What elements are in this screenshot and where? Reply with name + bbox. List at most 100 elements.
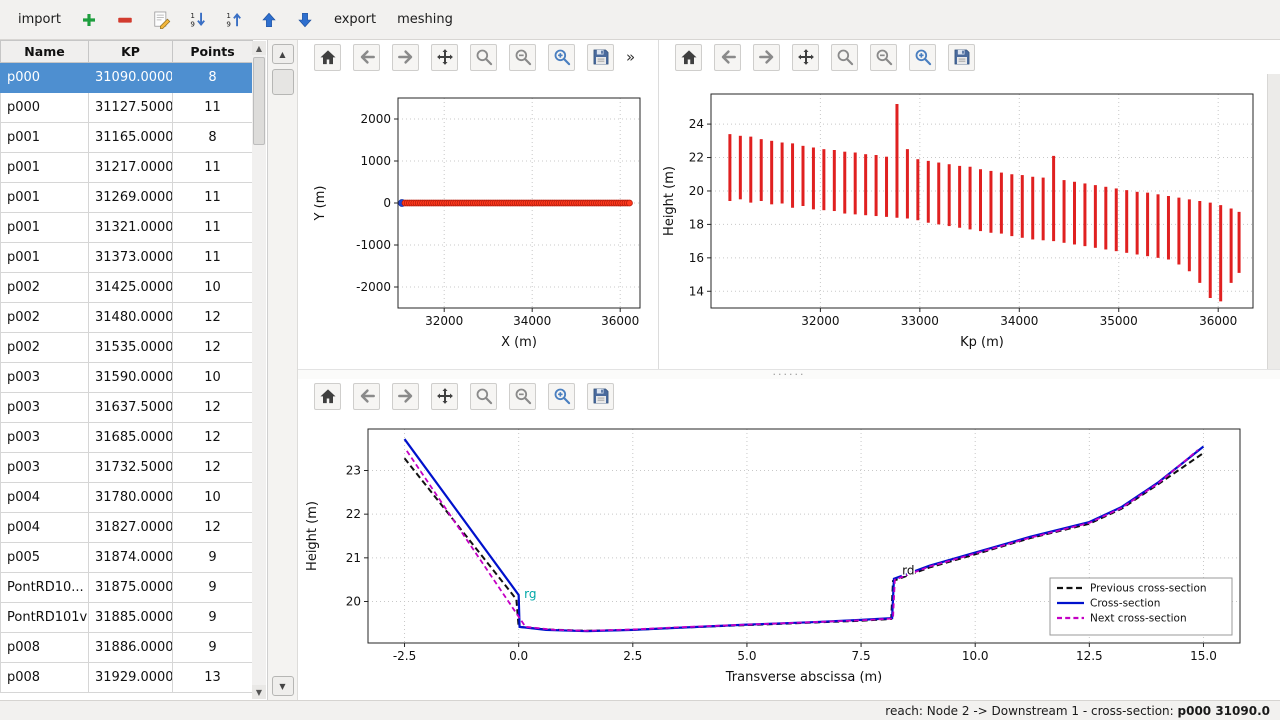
column-header-name[interactable]: Name	[1, 41, 89, 63]
table-row[interactable]: p00131321.000011	[1, 213, 253, 243]
table-scrollbar-thumb[interactable]	[253, 57, 265, 145]
add-cross-section-button[interactable]	[76, 6, 103, 33]
cell-points: 9	[173, 573, 253, 603]
meshing-button[interactable]: meshing	[391, 8, 459, 31]
remove-cross-section-button[interactable]	[112, 6, 139, 33]
svg-text:-1000: -1000	[356, 238, 391, 252]
subplots-button[interactable]	[509, 383, 536, 410]
table-row[interactable]: p00131373.000011	[1, 243, 253, 273]
cell-kp: 31090.0000	[89, 63, 173, 93]
pan-button[interactable]	[431, 44, 458, 71]
table-row[interactable]: p00231535.000012	[1, 333, 253, 363]
subplots-button[interactable]	[509, 44, 536, 71]
back-button[interactable]	[714, 44, 741, 71]
vertical-scrollbar[interactable]	[1267, 74, 1280, 369]
table-row[interactable]: p00331732.500012	[1, 453, 253, 483]
scroll-up-icon[interactable]: ▲	[252, 41, 266, 55]
cell-points: 10	[173, 483, 253, 513]
forward-button[interactable]	[392, 383, 419, 410]
plots-area-scrollbar[interactable]: ▲ ▼	[268, 40, 298, 700]
toolbar-overflow-chevron[interactable]: »	[626, 48, 635, 66]
sort-ascending-button[interactable]: 19	[220, 6, 247, 33]
home-button[interactable]	[314, 383, 341, 410]
save-icon	[591, 47, 611, 67]
back-button[interactable]	[353, 383, 380, 410]
back-button[interactable]	[353, 44, 380, 71]
pan-button[interactable]	[792, 44, 819, 71]
move-down-button[interactable]	[292, 6, 319, 33]
svg-text:1: 1	[190, 11, 195, 20]
table-row[interactable]: p00131269.000011	[1, 183, 253, 213]
cross-section-plot-canvas[interactable]: -2.50.02.55.07.510.012.515.020212223Tran…	[298, 413, 1276, 697]
home-icon	[679, 47, 699, 67]
svg-text:20: 20	[689, 184, 704, 198]
table-row[interactable]: p00131165.00008	[1, 123, 253, 153]
table-row[interactable]: p00131217.000011	[1, 153, 253, 183]
profile-plot-canvas[interactable]: 3200033000340003500036000141618202224Kp …	[659, 74, 1265, 366]
xy-plot-toolbar: »	[298, 40, 658, 74]
table-row[interactable]: p00531874.00009	[1, 543, 253, 573]
status-text: reach: Node 2 -> Downstream 1 - cross-se…	[885, 704, 1270, 718]
svg-text:0: 0	[383, 196, 391, 210]
table-row[interactable]: p00331590.000010	[1, 363, 253, 393]
edit-cross-section-button[interactable]	[148, 6, 175, 33]
scroll-down-icon[interactable]: ▼	[252, 685, 266, 699]
table-row[interactable]: p00231425.000010	[1, 273, 253, 303]
cell-points: 12	[173, 333, 253, 363]
svg-text:36000: 36000	[601, 314, 639, 328]
table-row[interactable]: p00431780.000010	[1, 483, 253, 513]
cell-kp: 31875.0000	[89, 573, 173, 603]
svg-text:22: 22	[346, 507, 361, 521]
column-header-points[interactable]: Points	[173, 41, 253, 63]
table-row[interactable]: PontRD101v31885.00009	[1, 603, 253, 633]
subplots-button[interactable]	[870, 44, 897, 71]
cell-points: 11	[173, 243, 253, 273]
pan-button[interactable]	[431, 383, 458, 410]
move-up-button[interactable]	[256, 6, 283, 33]
forward-icon	[757, 47, 777, 67]
customize-button[interactable]	[548, 383, 575, 410]
forward-button[interactable]	[753, 44, 780, 71]
table-row[interactable]: p00231480.000012	[1, 303, 253, 333]
plots-scrollbar-thumb[interactable]	[272, 69, 294, 95]
table-row[interactable]: p00331685.000012	[1, 423, 253, 453]
table-row[interactable]: p00831929.000013	[1, 663, 253, 693]
table-row[interactable]: p00031090.00008	[1, 63, 253, 93]
cell-name: p000	[1, 93, 89, 123]
customize-button[interactable]	[909, 44, 936, 71]
table-scrollbar[interactable]: ▲ ▼	[252, 41, 266, 699]
scroll-up-button[interactable]: ▲	[272, 44, 294, 64]
customize-button[interactable]	[548, 44, 575, 71]
home-button[interactable]	[675, 44, 702, 71]
zoom-button[interactable]	[831, 44, 858, 71]
zoom-button[interactable]	[470, 383, 497, 410]
home-button[interactable]	[314, 44, 341, 71]
cell-kp: 31269.0000	[89, 183, 173, 213]
column-header-kp[interactable]: KP	[89, 41, 173, 63]
cell-points: 11	[173, 93, 253, 123]
home-icon	[318, 386, 338, 406]
splitter-handle[interactable]: ······	[298, 370, 1280, 379]
save-button[interactable]	[587, 383, 614, 410]
forward-icon	[396, 47, 416, 67]
save-button[interactable]	[948, 44, 975, 71]
cell-kp: 31885.0000	[89, 603, 173, 633]
table-row[interactable]: p00331637.500012	[1, 393, 253, 423]
export-button[interactable]: export	[328, 8, 382, 31]
import-button[interactable]: import	[12, 8, 67, 31]
scroll-down-button[interactable]: ▼	[272, 676, 294, 696]
save-button[interactable]	[587, 44, 614, 71]
forward-icon	[396, 386, 416, 406]
zoom-button[interactable]	[470, 44, 497, 71]
sort-descending-button[interactable]: 19	[184, 6, 211, 33]
cell-kp: 31732.5000	[89, 453, 173, 483]
forward-button[interactable]	[392, 44, 419, 71]
table-row[interactable]: p00831886.00009	[1, 633, 253, 663]
table-row[interactable]: p00431827.000012	[1, 513, 253, 543]
table-row[interactable]: p00031127.500011	[1, 93, 253, 123]
table-row[interactable]: PontRD10...31875.00009	[1, 573, 253, 603]
cell-points: 13	[173, 663, 253, 693]
xy-plot-canvas[interactable]: 320003400036000-2000-1000010002000X (m)Y…	[298, 74, 654, 366]
cross-section-plot-panel: -2.50.02.55.07.510.012.515.020212223Tran…	[298, 379, 1280, 700]
svg-text:10.0: 10.0	[962, 649, 989, 663]
